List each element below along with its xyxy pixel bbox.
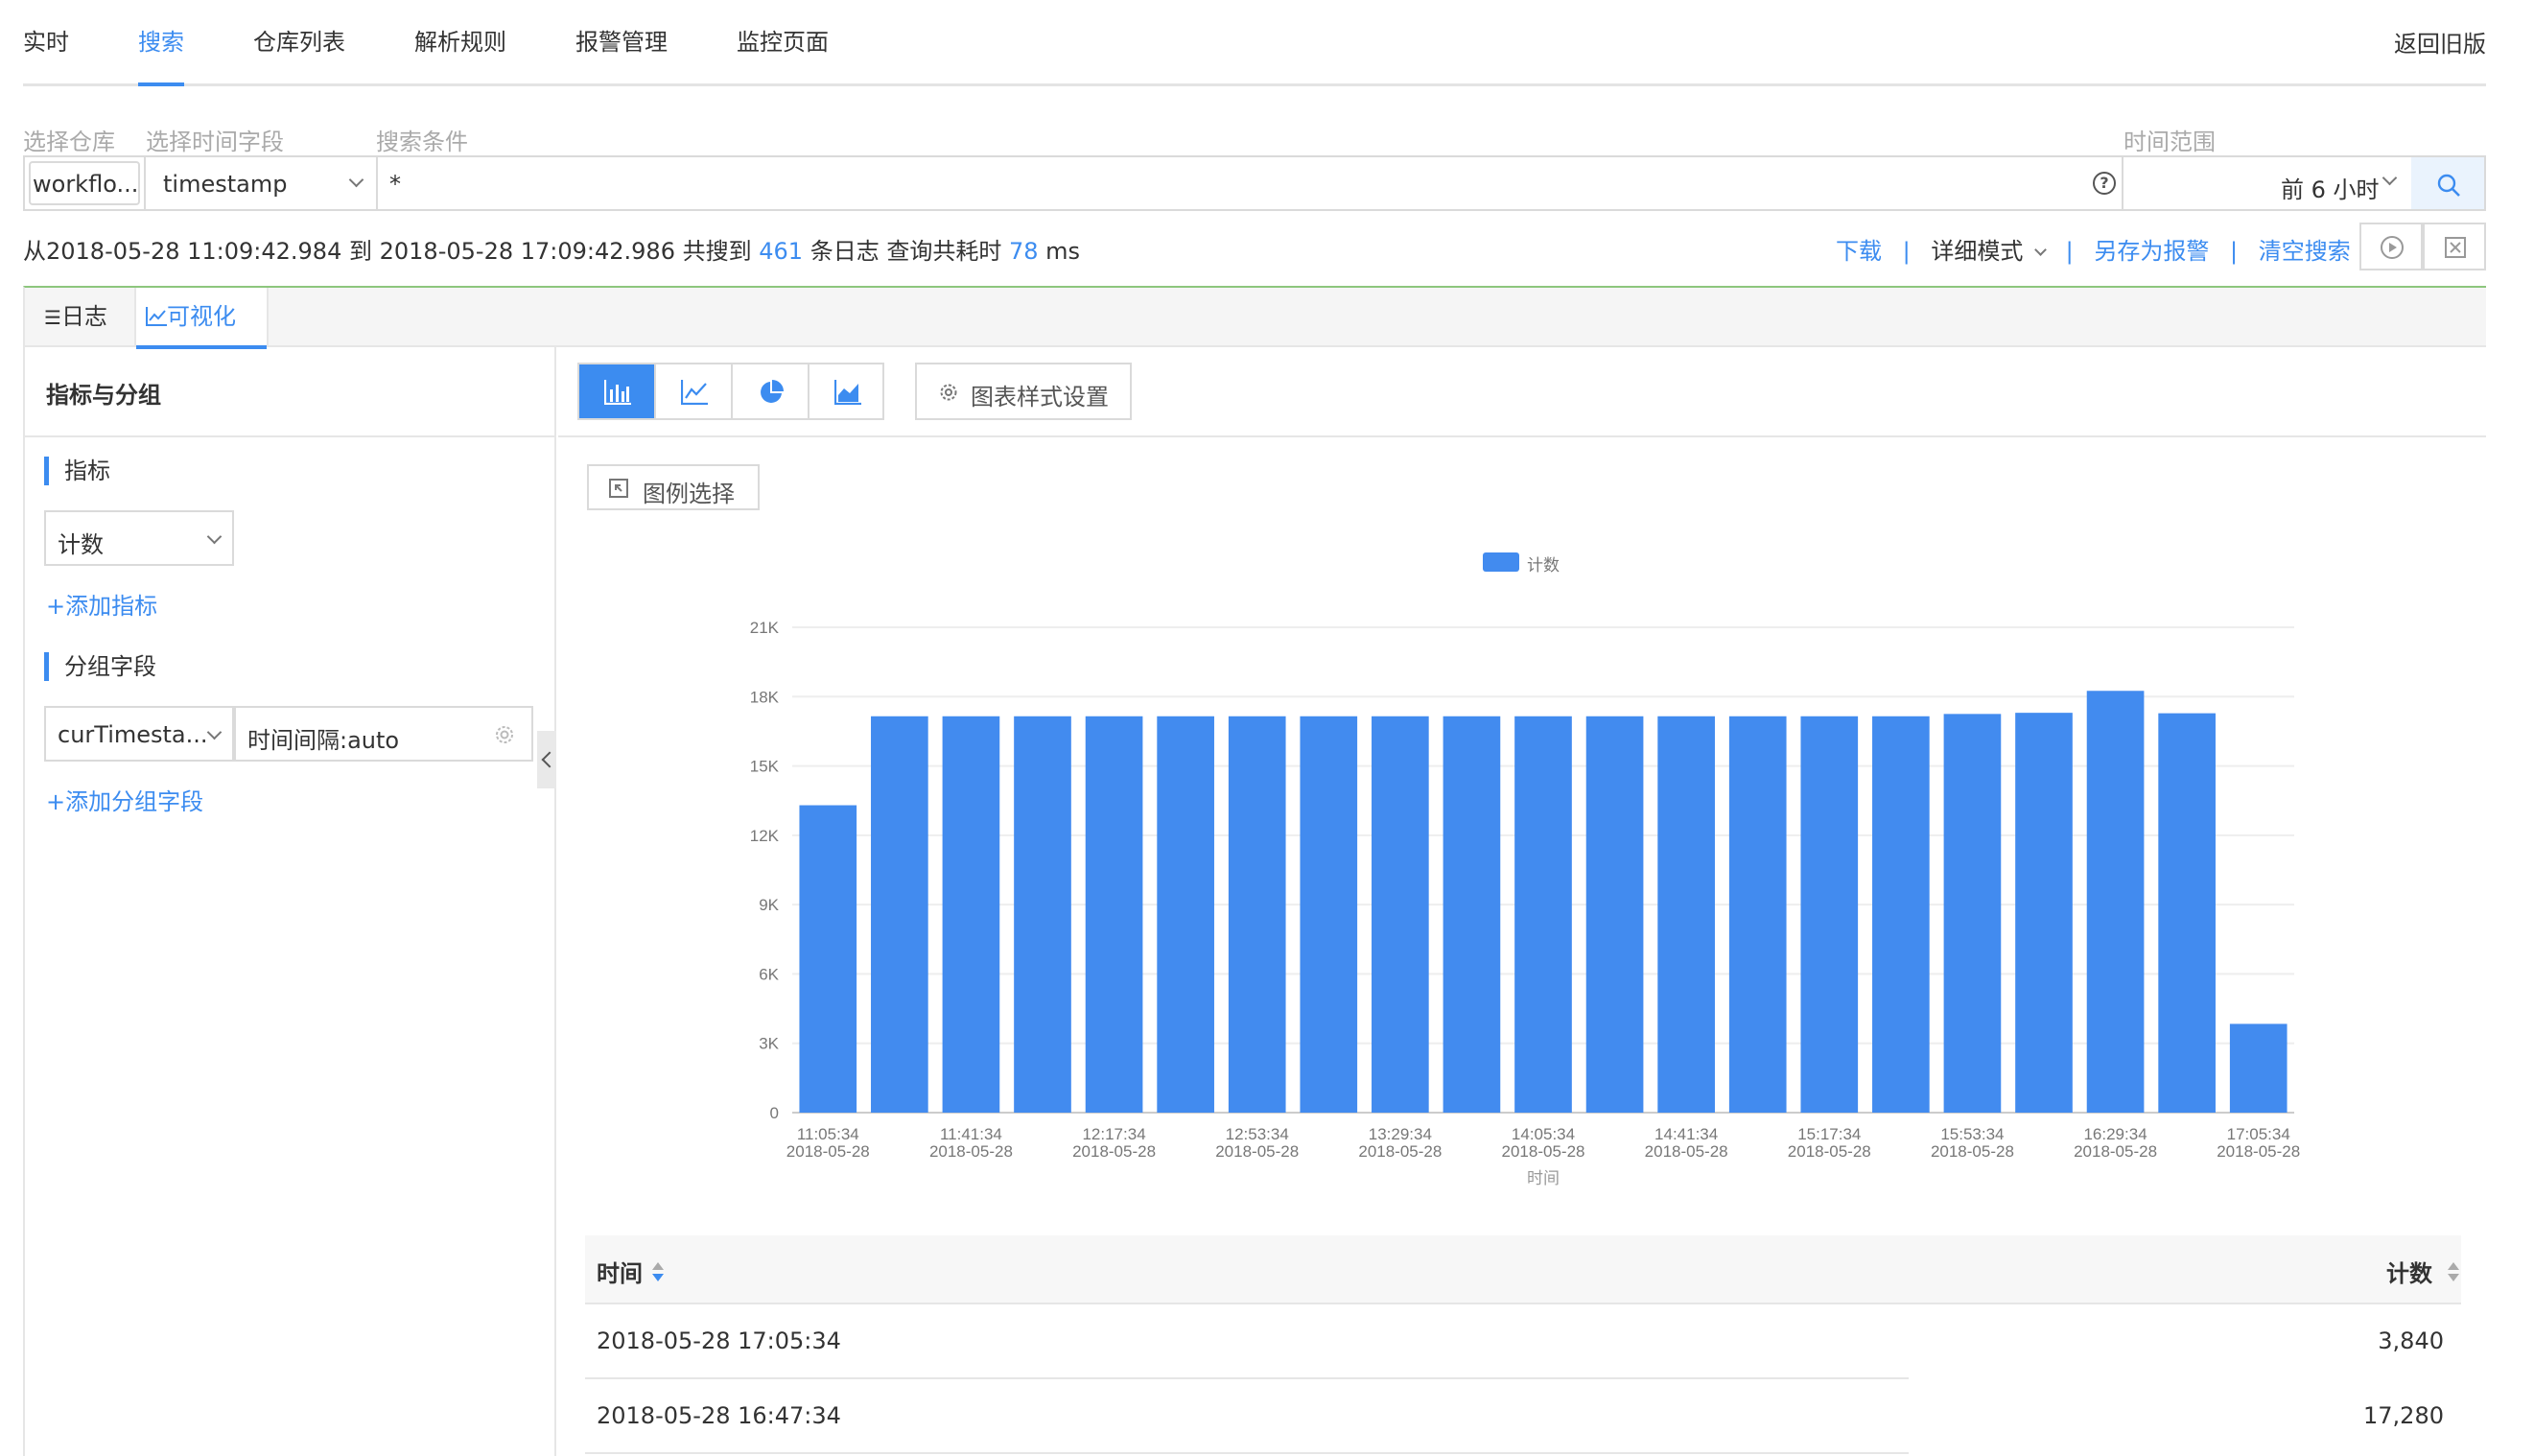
clear-search-link[interactable]: 清空搜索 — [2259, 238, 2351, 265]
search-icon — [2437, 174, 2460, 197]
download-link[interactable]: 下载 — [1836, 238, 1882, 265]
chart-type-area[interactable] — [809, 364, 886, 418]
add-metric-link[interactable]: +添加指标 — [46, 587, 157, 621]
search-summary: 从2018-05-28 11:09:42.984 到 2018-05-28 17… — [23, 238, 1081, 265]
tab-log[interactable]: ☰日志 — [44, 288, 140, 347]
nav-tab-repo-list[interactable]: 仓库列表 — [253, 23, 345, 57]
table-row: 2018-05-28 17:05:34 3,840 — [585, 1304, 2461, 1379]
group-section-label: 分组字段 — [44, 652, 156, 681]
time-range-select[interactable]: 前 6 小时 — [2123, 155, 2413, 211]
chart-type-bar[interactable] — [579, 364, 656, 418]
play-button[interactable] — [2359, 223, 2423, 270]
time-range-label: 时间范围 — [2123, 129, 2216, 155]
action-bar: 下载 | 详细模式 | 另存为报警 | 清空搜索 | — [1836, 238, 2380, 265]
time-field-label: 选择时间字段 — [146, 129, 284, 155]
search-button[interactable] — [2411, 155, 2486, 211]
query-time: 78 — [1008, 238, 1039, 265]
repo-label: 选择仓库 — [23, 129, 115, 155]
gear-icon — [940, 384, 957, 401]
tab-visualization[interactable]: 可视化 — [134, 288, 269, 349]
table-header: 时间 计数 — [585, 1235, 2461, 1304]
chart-type-group — [577, 363, 884, 420]
nav-tab-monitor[interactable]: 监控页面 — [737, 23, 829, 57]
query-value: * — [389, 171, 401, 198]
close-box-icon — [2445, 237, 2466, 258]
query-input[interactable]: * ? — [376, 155, 2123, 211]
table-row: 2018-05-28 16:47:34 17,280 — [585, 1379, 2461, 1454]
metric-value: 计数 — [58, 531, 104, 558]
line-chart-icon — [681, 380, 708, 405]
group-field-value: curTimesta... — [58, 721, 208, 748]
start-time: 2018-05-28 11:09:42.984 — [46, 238, 342, 265]
legend-swatch-count[interactable] — [1483, 552, 1519, 572]
cell-time: 2018-05-28 16:47:34 — [597, 1402, 841, 1429]
help-icon[interactable]: ? — [2093, 172, 2116, 195]
metric-section-label: 指标 — [44, 457, 110, 485]
chevron-down-icon — [348, 172, 364, 188]
play-icon — [2381, 236, 2404, 259]
group-interval-value: 时间间隔:auto — [247, 727, 400, 754]
metrics-groups-header: 指标与分组 — [25, 347, 556, 437]
chevron-down-icon — [2381, 170, 2398, 186]
pie-chart-icon — [761, 380, 784, 403]
time-range-value: 前 6 小时 — [2281, 176, 2380, 203]
back-old-version-link[interactable]: 返回旧版 — [2394, 25, 2486, 59]
active-tab-indicator — [138, 82, 184, 86]
panel-tabs: ☰日志 可视化 — [25, 288, 2486, 349]
cell-count: 17,280 — [2363, 1402, 2444, 1429]
add-group-field-link[interactable]: +添加分组字段 — [46, 783, 203, 816]
section-title: 指标与分组 — [46, 382, 161, 409]
time-field-value: timestamp — [163, 171, 288, 198]
time-field-select[interactable]: timestamp — [146, 155, 378, 211]
list-icon: ☰ — [44, 306, 61, 329]
line-chart-icon — [146, 307, 167, 326]
cell-count: 3,840 — [2378, 1327, 2444, 1354]
config-sidebar: 指标 计数 +添加指标 分组字段 curTimesta... 时间间隔:auto… — [25, 437, 556, 1456]
repo-select-value: workflo... — [33, 171, 139, 198]
legend-select-button[interactable]: 图例选择 — [587, 464, 760, 510]
repo-select[interactable]: workflo... — [23, 155, 146, 211]
sort-icon[interactable] — [652, 1262, 664, 1283]
legend-label-count[interactable]: 计数 — [1527, 552, 1560, 575]
nav-tab-parse-rules[interactable]: 解析规则 — [414, 23, 506, 57]
chevron-down-icon — [2034, 244, 2047, 256]
stop-button[interactable] — [2423, 223, 2486, 270]
condition-label: 搜索条件 — [376, 129, 468, 155]
select-legend-icon — [609, 479, 628, 498]
chevron-down-icon — [206, 528, 223, 545]
metric-select[interactable]: 计数 — [44, 510, 234, 566]
nav-tab-search[interactable]: 搜索 — [138, 23, 184, 57]
group-interval-input[interactable]: 时间间隔:auto — [234, 706, 533, 762]
group-field-select[interactable]: curTimesta... — [44, 706, 234, 762]
cell-time: 2018-05-28 17:05:34 — [597, 1327, 841, 1354]
chart-style-settings-button[interactable]: 图表样式设置 — [915, 363, 1132, 420]
chart-type-line[interactable] — [656, 364, 733, 418]
collapse-sidebar-handle[interactable] — [537, 731, 556, 788]
save-as-alert-link[interactable]: 另存为报警 — [2094, 238, 2209, 265]
sort-icon[interactable] — [2448, 1262, 2459, 1283]
gear-icon[interactable] — [493, 723, 516, 746]
chart-type-pie[interactable] — [733, 364, 809, 418]
chart-toolbar: 图表样式设置 — [558, 347, 2486, 437]
column-header-time[interactable]: 时间 — [597, 1255, 643, 1288]
bar-chart-icon — [604, 380, 631, 405]
result-count: 461 — [759, 238, 804, 265]
nav-tab-realtime[interactable]: 实时 — [23, 23, 69, 57]
column-header-count[interactable]: 计数 — [2386, 1255, 2432, 1288]
end-time: 2018-05-28 17:09:42.986 — [379, 238, 675, 265]
area-chart-icon — [834, 380, 861, 405]
detail-mode-dropdown[interactable]: 详细模式 — [1931, 238, 2047, 265]
chevron-down-icon — [206, 724, 223, 740]
top-nav: 实时 搜索 仓库列表 解析规则 报警管理 监控页面 返回旧版 — [23, 0, 2486, 86]
nav-tab-alert-mgmt[interactable]: 报警管理 — [575, 23, 668, 57]
